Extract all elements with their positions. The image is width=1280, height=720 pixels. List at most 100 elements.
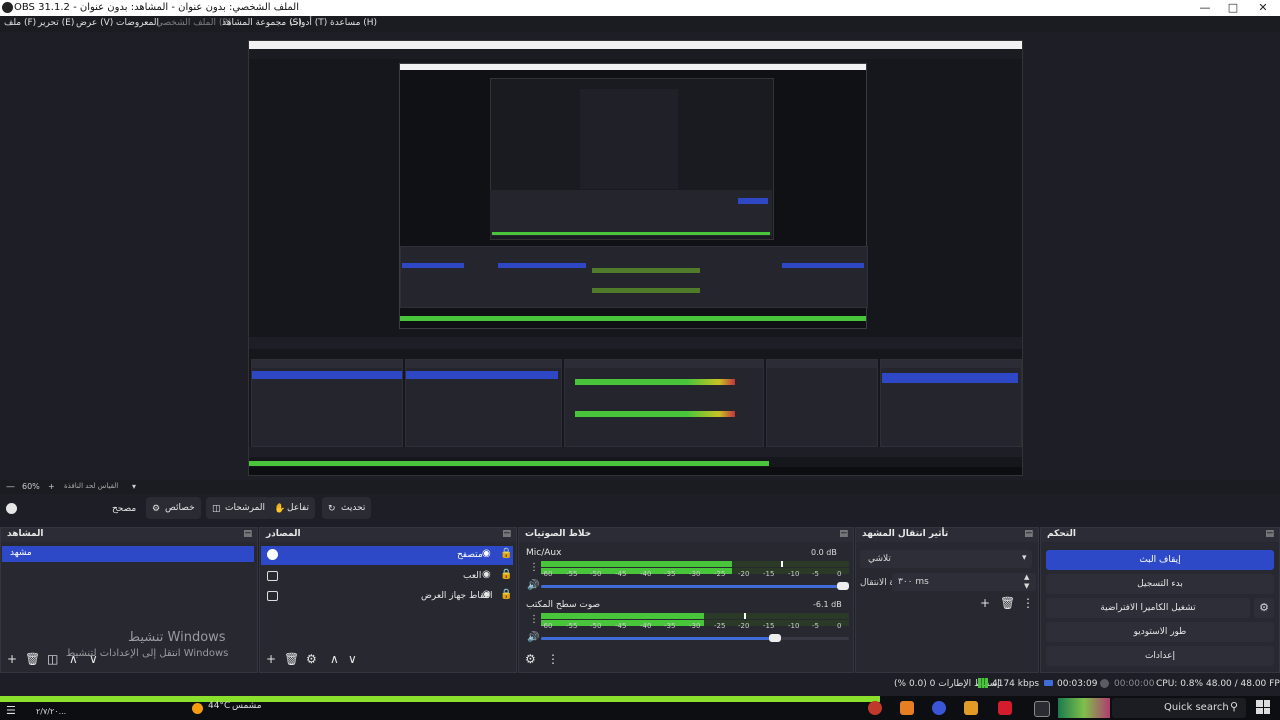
- add-icon[interactable]: +: [980, 596, 990, 610]
- sources-title: المصادر: [266, 529, 301, 539]
- dock-popout-icon[interactable]: ▤: [1024, 529, 1033, 539]
- notification-icon[interactable]: ☰: [6, 704, 16, 717]
- meter-tick-label: -10: [788, 622, 800, 630]
- lock-icon[interactable]: 🔒: [500, 589, 512, 600]
- menu-view[interactable]: عرض (V): [76, 18, 113, 28]
- trash-icon[interactable]: 🗑: [25, 652, 40, 666]
- menu-tools[interactable]: أدوات (T): [290, 18, 327, 28]
- trash-icon[interactable]: 🗑: [1000, 596, 1015, 610]
- brave-browser-icon[interactable]: [900, 701, 914, 715]
- menu-help[interactable]: مساعدة (H): [330, 18, 377, 28]
- studio-mode-button[interactable]: طور الاستوديو: [1046, 622, 1274, 642]
- display-icon: [267, 591, 278, 601]
- vlc-icon[interactable]: [964, 701, 978, 715]
- eye-icon[interactable]: ◉: [482, 548, 491, 559]
- zoom-in-icon[interactable]: +: [48, 482, 55, 491]
- add-icon[interactable]: +: [7, 652, 17, 666]
- refresh-icon: ↻: [328, 504, 336, 514]
- zoom-mode[interactable]: القياس لحد النافذة: [64, 482, 118, 490]
- zoom-out-icon[interactable]: —: [6, 482, 15, 492]
- start-menu-icon[interactable]: [1256, 700, 1270, 714]
- virtual-camera-settings-gear-icon[interactable]: ⚙: [1254, 598, 1274, 618]
- volume-slider-knob[interactable]: [837, 582, 849, 590]
- kebab-menu-icon[interactable]: ⋮: [1022, 596, 1034, 610]
- meter-tick-label: -25: [714, 570, 726, 578]
- meter-tick-label: -35: [664, 622, 676, 630]
- window-title-bar: OBS 31.1.2 - الملف الشخصي: بدون عنوان - …: [0, 0, 1280, 16]
- fps: 48.00 / 48.00 FPS: [1206, 679, 1280, 689]
- properties-button[interactable]: ⚙ خصائص: [146, 497, 201, 519]
- menu-profile[interactable]: الملف الشخصي (P): [156, 18, 231, 28]
- speaker-icon[interactable]: 🔊: [527, 632, 539, 643]
- nested-menu-bar: [249, 49, 1022, 59]
- dock-popout-icon[interactable]: ▤: [839, 529, 848, 539]
- windows-activation-title: تنشيط Windows: [128, 630, 226, 645]
- add-icon[interactable]: +: [266, 652, 276, 666]
- filters-button[interactable]: ◫ المرشحات: [206, 497, 271, 519]
- filter-icon: ◫: [212, 504, 221, 514]
- dock-popout-icon[interactable]: ▤: [502, 529, 511, 539]
- eye-icon[interactable]: ◉: [482, 589, 491, 600]
- volume-slider-knob[interactable]: [769, 634, 781, 642]
- kebab-menu-icon[interactable]: ⋮: [529, 614, 539, 625]
- duration-input[interactable]: ٣٠٠ ms ▲ ▼: [892, 573, 1036, 591]
- move-up-icon[interactable]: ∧: [330, 652, 339, 666]
- stream-icon: [1044, 680, 1053, 686]
- taskbar-search-box[interactable]: Quick search ⚲: [1112, 698, 1246, 718]
- gear-icon[interactable]: ⚙: [306, 652, 317, 666]
- interact-button[interactable]: ✋ تفاعل: [268, 497, 315, 519]
- menu-file[interactable]: ملف (F): [4, 18, 36, 28]
- gear-icon: ⚙: [152, 504, 161, 514]
- stop-streaming-button[interactable]: إيقاف البث: [1046, 550, 1274, 570]
- speaker-icon[interactable]: 🔊: [527, 580, 539, 591]
- start-recording-button[interactable]: بدء التسجيل: [1046, 574, 1274, 594]
- filter-icon[interactable]: ◫: [47, 652, 58, 666]
- menu-docks[interactable]: المعروضات: [116, 18, 159, 28]
- transition-type-select[interactable]: تلاشي ▾: [860, 550, 1032, 568]
- maximize-icon[interactable]: □: [1218, 0, 1248, 16]
- status-bar: إسقاط الإطارات 0 (0.0 %) 4174 kbps 00:03…: [0, 674, 1280, 696]
- stepper-down-icon[interactable]: ▼: [1024, 582, 1029, 590]
- preview-canvas[interactable]: [248, 40, 1023, 476]
- settings-button[interactable]: إعدادات: [1046, 646, 1274, 666]
- refresh-button[interactable]: ↻ تحديث: [322, 497, 372, 519]
- volume-slider[interactable]: [541, 582, 849, 590]
- virtual-camera-button[interactable]: تشغيل الكاميرا الافتراضية: [1046, 598, 1250, 618]
- dock-popout-icon[interactable]: ▤: [243, 529, 252, 539]
- kebab-menu-icon[interactable]: ⋮: [547, 652, 559, 666]
- task-view-icon[interactable]: [1034, 701, 1050, 717]
- source-item-browser[interactable]: متصفح ◉ 🔒: [261, 546, 513, 565]
- scene-item[interactable]: مشهد: [2, 546, 254, 562]
- meter-tick-label: -50: [590, 570, 602, 578]
- stepper-up-icon[interactable]: ▲: [1024, 573, 1029, 581]
- app-icon[interactable]: [932, 701, 946, 715]
- source-item-game[interactable]: العب ◉ 🔒: [261, 568, 513, 586]
- adobe-icon[interactable]: [998, 701, 1012, 715]
- close-icon[interactable]: ✕: [1248, 0, 1278, 16]
- eye-icon[interactable]: ◉: [482, 569, 491, 580]
- source-item-display-capture[interactable]: التقاط جهاز العرض ◉ 🔒: [261, 588, 513, 606]
- lock-icon[interactable]: 🔒: [500, 569, 512, 580]
- zoom-dropdown-icon[interactable]: ▾: [132, 482, 136, 491]
- record-time: 00:00:00: [1114, 679, 1155, 689]
- obs-logo-icon: [2, 2, 13, 13]
- meter-tick-label: 0: [837, 622, 842, 630]
- move-down-icon[interactable]: ∨: [348, 652, 357, 666]
- trash-icon[interactable]: 🗑: [284, 652, 299, 666]
- advanced-audio-gear-icon[interactable]: ⚙: [525, 652, 536, 666]
- minimize-icon[interactable]: —: [1190, 0, 1220, 16]
- volume-slider[interactable]: [541, 634, 849, 642]
- weather-label: مشمس: [232, 701, 262, 711]
- kebab-menu-icon[interactable]: ⋮: [529, 562, 539, 573]
- cpu-usage: CPU: 0.8%: [1156, 679, 1204, 689]
- weather-temperature: 44°C: [208, 701, 231, 711]
- obs-taskbar-icon[interactable]: [868, 701, 882, 715]
- meter-tick-label: -55: [566, 622, 578, 630]
- mixer-title: خلاط الصوتيات: [525, 529, 592, 539]
- meter-tick-label: -40: [640, 570, 652, 578]
- sources-dock-header: المصادر ▤: [260, 528, 516, 542]
- meter-ticks: -60 -55 -50 -45 -40 -35 -30 -25 -20 -15 -10 -5 0: [541, 622, 849, 632]
- dock-popout-icon[interactable]: ▤: [1265, 529, 1274, 539]
- lock-icon[interactable]: 🔒: [500, 548, 512, 559]
- menu-edit[interactable]: تحرير (E): [38, 18, 74, 28]
